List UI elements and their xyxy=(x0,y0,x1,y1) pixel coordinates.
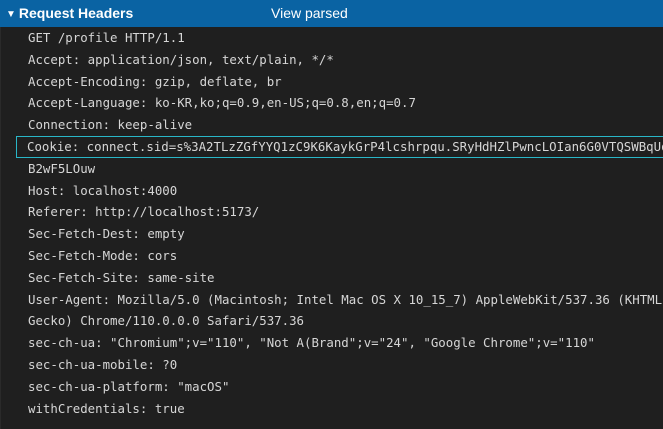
header-line-sec-ch-ua-platform: sec-ch-ua-platform: "macOS" xyxy=(28,378,230,394)
view-parsed-link[interactable]: View parsed xyxy=(271,0,348,27)
request-line: GET /profile HTTP/1.1 xyxy=(28,30,185,45)
header-line-user-agent-continued: Gecko) Chrome/110.0.0.0 Safari/537.36 xyxy=(28,313,305,329)
header-line-referer: Referer: http://localhost:5173/ xyxy=(28,204,260,220)
header-line-accept-language: Accept-Language: ko-KR,ko;q=0.9,en-US;q=… xyxy=(28,95,416,111)
request-headers-header: ▼ Request Headers View parsed xyxy=(0,0,663,27)
header-line-connection: Connection: keep-alive xyxy=(28,117,193,133)
header-line-sec-fetch-site: Sec-Fetch-Site: same-site xyxy=(28,269,215,285)
header-line-with-credentials: withCredentials: true xyxy=(28,400,185,416)
header-line-cookie-continued: B2wF5LOuw xyxy=(28,160,96,176)
header-line-cookie[interactable]: Cookie: connect.sid=s%3A2TLzZGfYYQ1zC9K6… xyxy=(16,135,663,158)
header-line-sec-fetch-dest: Sec-Fetch-Dest: empty xyxy=(28,226,185,242)
header-line-sec-ch-ua-mobile: sec-ch-ua-mobile: ?0 xyxy=(28,356,178,372)
header-line-accept: Accept: application/json, text/plain, */… xyxy=(28,51,334,67)
header-line-user-agent: User-Agent: Mozilla/5.0 (Macintosh; Inte… xyxy=(28,291,663,307)
request-headers-panel: ▼ Request Headers View parsed GET /profil… xyxy=(0,0,663,429)
request-headers-title: Request Headers xyxy=(18,5,134,21)
header-line-sec-ch-ua: sec-ch-ua: "Chromium";v="110", "Not A(Br… xyxy=(28,335,595,351)
caret-down-icon: ▼ xyxy=(6,9,16,20)
header-line-accept-encoding: Accept-Encoding: gzip, deflate, br xyxy=(28,73,282,89)
header-lines: GET /profile HTTP/1.1 Accept: applicatio… xyxy=(0,27,663,419)
header-line-sec-fetch-mode: Sec-Fetch-Mode: cors xyxy=(28,247,178,263)
request-headers-toggle[interactable]: ▼ Request Headers xyxy=(6,0,133,28)
header-line-host: Host: localhost:4000 xyxy=(28,182,178,198)
